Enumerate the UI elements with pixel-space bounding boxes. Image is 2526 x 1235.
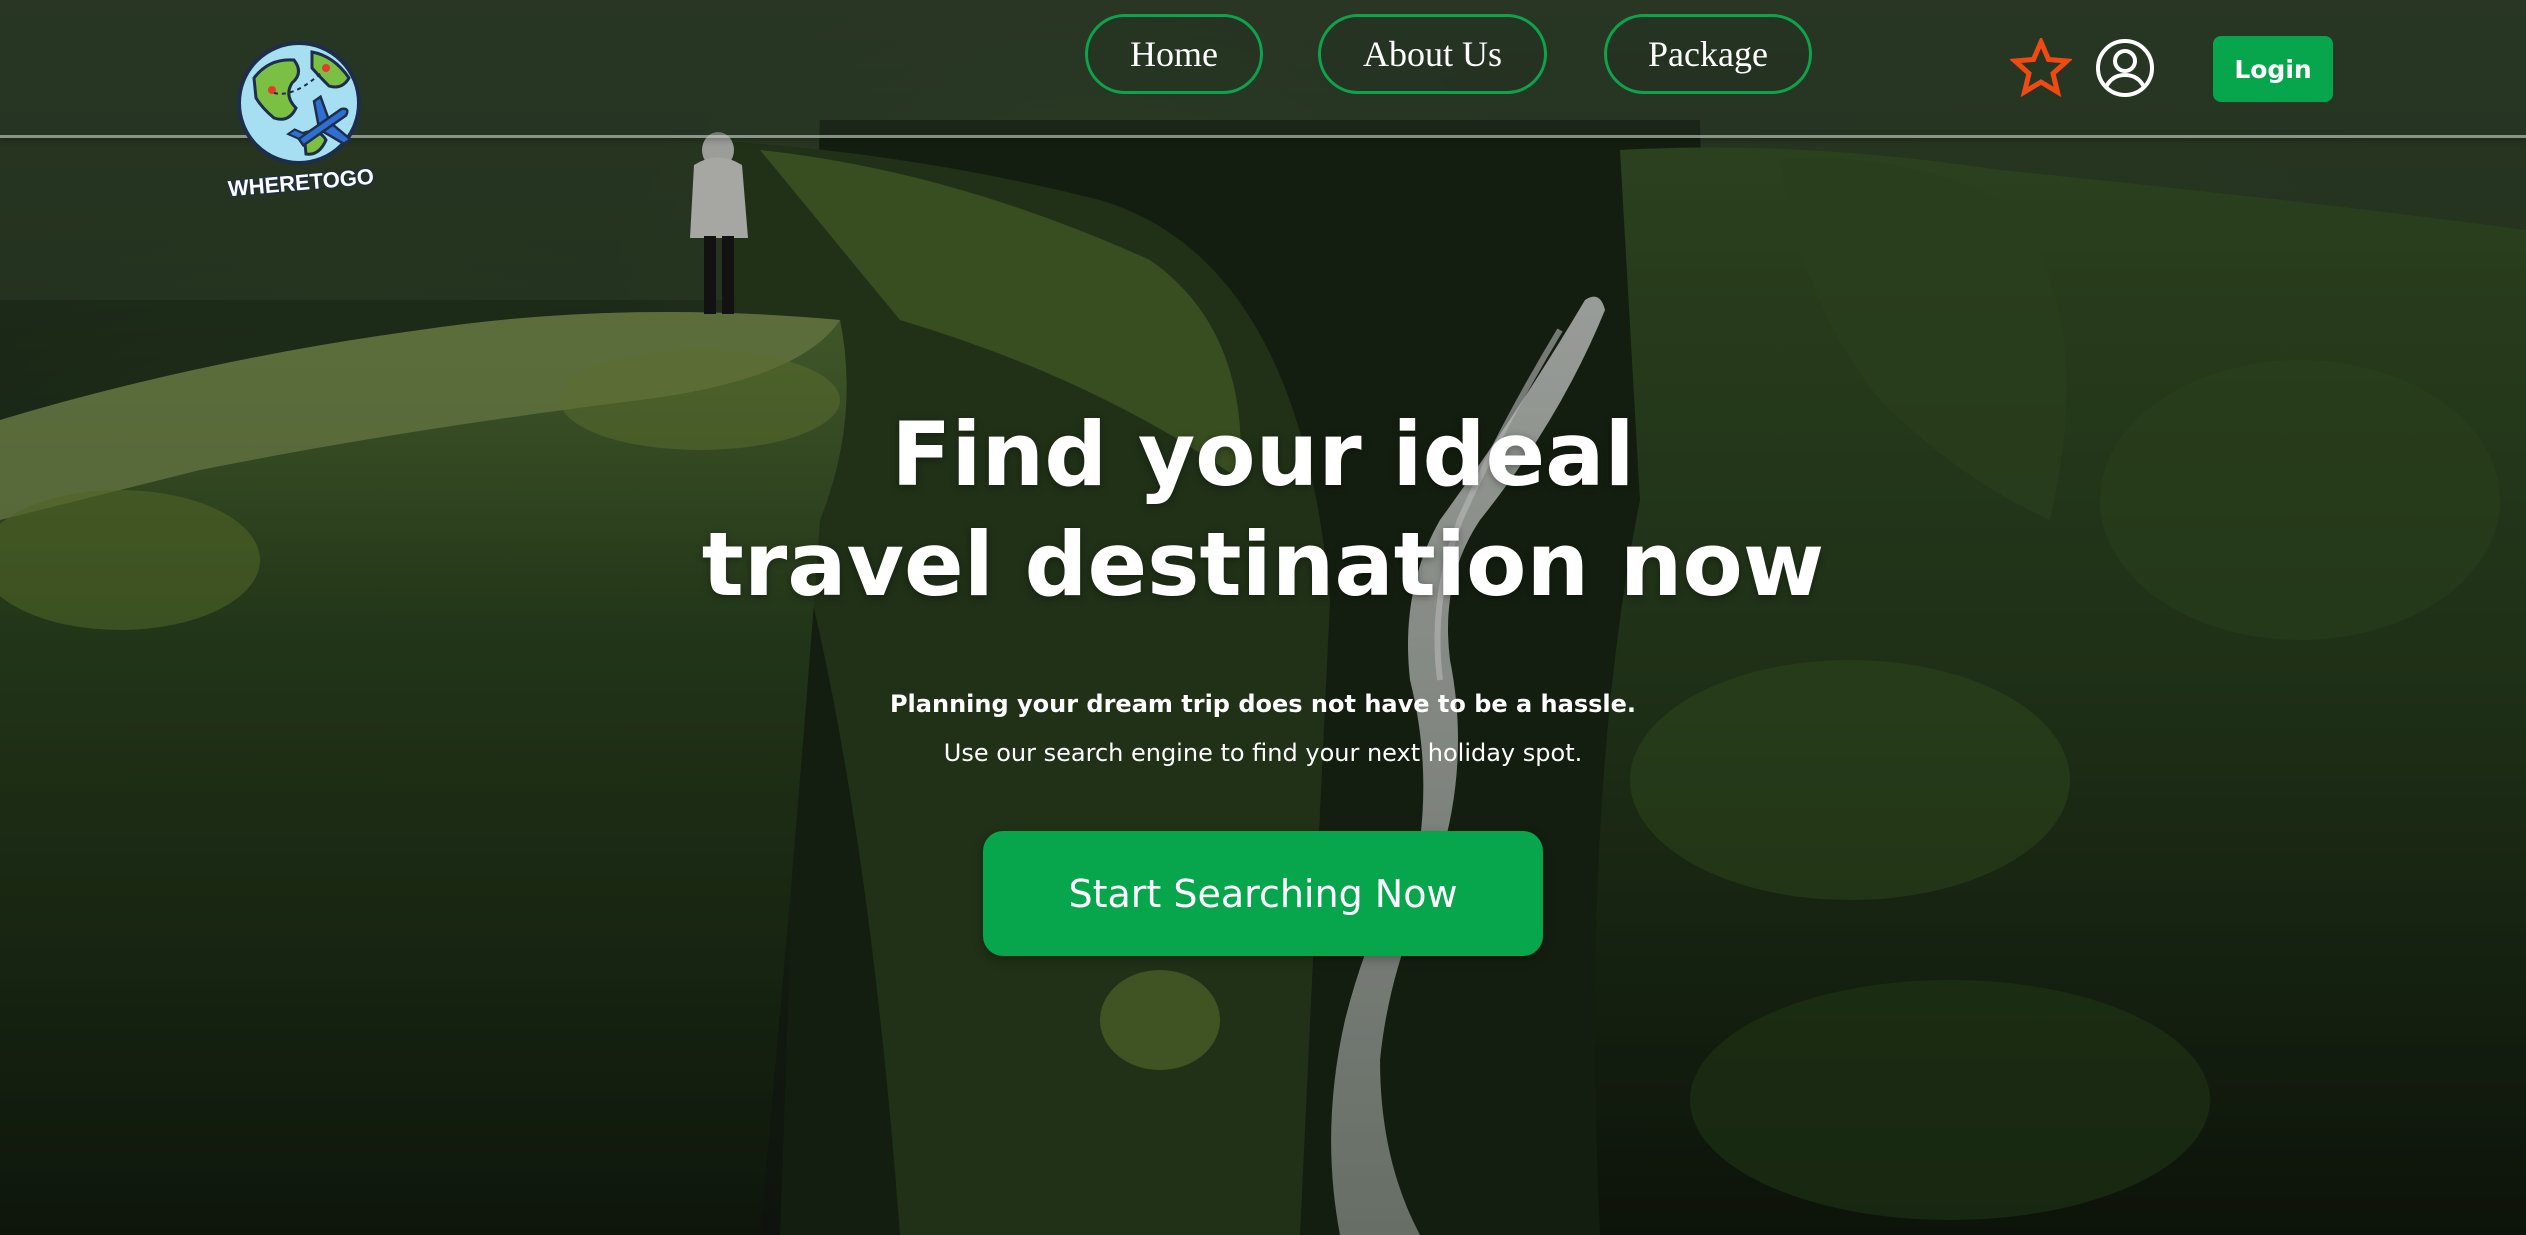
globe-airplane-icon [237,41,361,165]
login-button[interactable]: Login [2213,36,2333,102]
site-logo[interactable]: WHERETOGO [226,36,376,206]
hero-title-line-2: travel destination now [701,513,1825,616]
landing-page: WHERETOGO Home About Us Package Login Fi… [0,0,2526,1235]
hero-title: Find your ideal travel destination now [563,400,1963,620]
hero-subtitle-bold: Planning your dream trip does not have t… [889,690,1637,718]
start-searching-button[interactable]: Start Searching Now [983,831,1543,956]
hero-subtitle: Use our search engine to find your next … [943,739,1583,767]
logo-wordmark: WHERETOGO [227,163,375,202]
nav-package-link[interactable]: Package [1604,14,1812,94]
nav-about-us-link[interactable]: About Us [1318,14,1547,94]
user-circle-icon[interactable] [2094,37,2156,99]
nav-home-link[interactable]: Home [1085,14,1263,94]
hero-title-line-1: Find your ideal [891,403,1635,506]
star-icon[interactable] [2010,38,2072,98]
